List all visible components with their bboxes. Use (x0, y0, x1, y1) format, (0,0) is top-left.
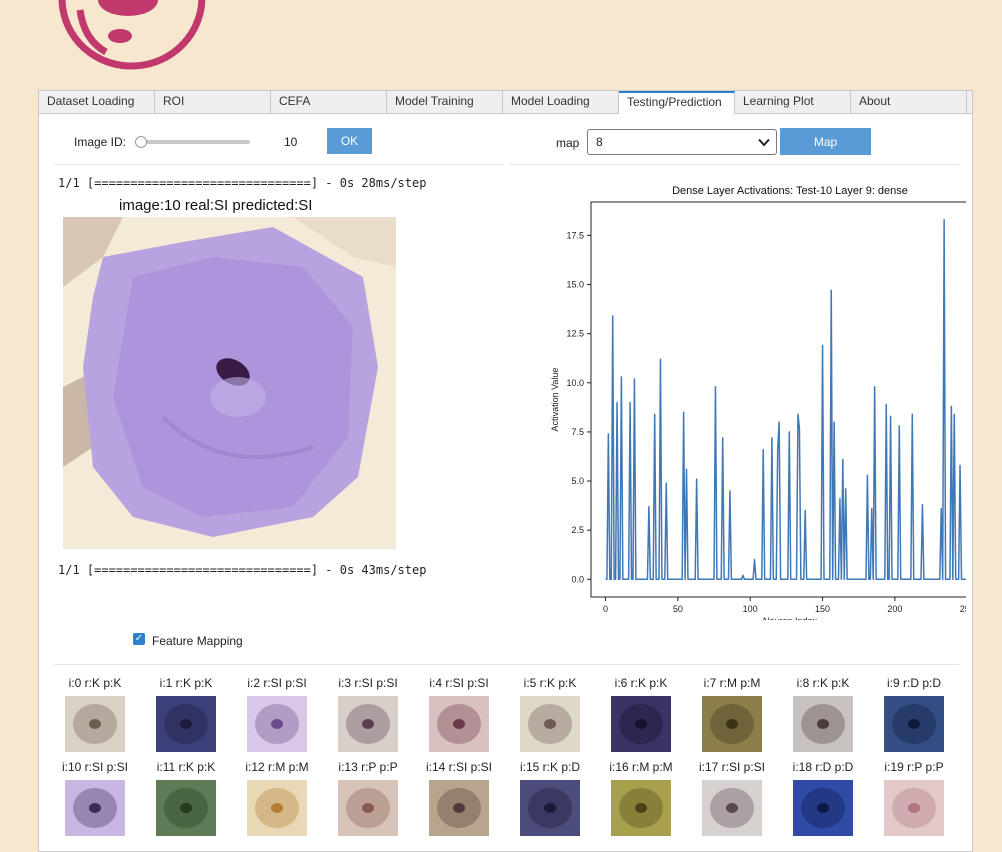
thumbnail-label: i:5 r:K p:K (505, 676, 595, 690)
tab-testing-prediction[interactable]: Testing/Prediction (619, 91, 735, 114)
thumbnail-label: i:4 r:SI p:SI (414, 676, 504, 690)
thumbnail-image[interactable] (793, 696, 853, 752)
chart-title: Dense Layer Activations: Test-10 Layer 9… (672, 185, 908, 197)
tab-bar: Dataset LoadingROICEFAModel TrainingMode… (39, 91, 972, 114)
thumbnail-label: i:3 r:SI p:SI (323, 676, 413, 690)
x-tick-label: 0 (603, 604, 608, 614)
thumbnail-image[interactable] (702, 696, 762, 752)
thumbnail-image[interactable] (247, 696, 307, 752)
thumbnail-label: i:9 r:D p:D (869, 676, 959, 690)
y-tick-label: 2.5 (571, 525, 584, 535)
image-id-slider[interactable] (135, 135, 250, 149)
thumbnail-label: i:6 r:K p:K (596, 676, 686, 690)
thumbnail-label: i:19 r:P p:P (869, 760, 959, 774)
thumbnail-image[interactable] (884, 696, 944, 752)
thumbnail-label: i:17 r:SI p:SI (687, 760, 777, 774)
divider-bottom (54, 664, 959, 665)
thumbnail-image[interactable] (793, 780, 853, 836)
y-tick-label: 10.0 (566, 378, 584, 388)
thumbnail-image[interactable] (702, 780, 762, 836)
y-axis-label: Activation Value (550, 368, 560, 432)
thumbnail-image[interactable] (338, 696, 398, 752)
thumbnail-label: i:16 r:M p:M (596, 760, 686, 774)
y-tick-label: 17.5 (566, 230, 584, 240)
thumbnail-image[interactable] (520, 696, 580, 752)
image-id-value: 10 (284, 135, 297, 149)
tab-model-training[interactable]: Model Training (387, 91, 503, 113)
map-label: map (556, 136, 579, 150)
slider-thumb[interactable] (135, 136, 147, 148)
chevron-down-icon (758, 138, 770, 147)
y-tick-label: 5.0 (571, 476, 584, 486)
thumbnail-image[interactable] (247, 780, 307, 836)
thumbnail-label: i:10 r:SI p:SI (50, 760, 140, 774)
thumbnail-label: i:15 r:K p:D (505, 760, 595, 774)
x-tick-label: 100 (743, 604, 758, 614)
divider-left (54, 164, 504, 165)
y-tick-label: 15.0 (566, 280, 584, 290)
activation-series-line (605, 220, 966, 580)
y-tick-label: 7.5 (571, 427, 584, 437)
thumbnail-image[interactable] (611, 780, 671, 836)
x-tick-label: 200 (887, 604, 902, 614)
thumbnail-image[interactable] (156, 696, 216, 752)
app-logo (58, 0, 206, 76)
tab-learning-plot[interactable]: Learning Plot (735, 91, 851, 113)
log-output-top: 1/1 [==============================] - 0… (58, 176, 426, 190)
thumbnail-grid: i:0 r:K p:Ki:1 r:K p:Ki:2 r:SI p:SIi:3 r… (51, 676, 961, 851)
x-tick-label: 50 (673, 604, 683, 614)
thumbnail-label: i:13 r:P p:P (323, 760, 413, 774)
feature-mapping-checkbox[interactable]: ✓ (133, 633, 145, 645)
thumbnail-label: i:8 r:K p:K (778, 676, 868, 690)
thumbnail-image[interactable] (65, 780, 125, 836)
tab-roi[interactable]: ROI (155, 91, 271, 113)
tab-about[interactable]: About (851, 91, 967, 113)
plot-frame (591, 202, 966, 597)
thumbnail-image[interactable] (611, 696, 671, 752)
thumbnail-image[interactable] (429, 780, 489, 836)
log-output-bottom: 1/1 [==============================] - 0… (58, 563, 426, 577)
slider-track (135, 140, 250, 144)
thumbnail-label: i:18 r:D p:D (778, 760, 868, 774)
tab-cefa[interactable]: CEFA (271, 91, 387, 113)
activation-chart: Dense Layer Activations: Test-10 Layer 9… (501, 175, 966, 620)
thumbnail-label: i:1 r:K p:K (141, 676, 231, 690)
image-title: image:10 real:SI predicted:SI (119, 197, 312, 214)
thumbnail-label: i:12 r:M p:M (232, 760, 322, 774)
map-button[interactable]: Map (780, 128, 871, 155)
thumbnail-image[interactable] (65, 696, 125, 752)
x-tick-label: 150 (815, 604, 830, 614)
thumbnail-image[interactable] (884, 780, 944, 836)
thumbnail-label: i:0 r:K p:K (50, 676, 140, 690)
x-tick-label: 250 (960, 604, 966, 614)
map-select-value: 8 (596, 135, 603, 149)
divider-right (509, 164, 959, 165)
y-tick-label: 12.5 (566, 329, 584, 339)
thumbnail-label: i:11 r:K p:K (141, 760, 231, 774)
x-axis-label: Neuron Index (763, 616, 818, 620)
y-tick-label: 0.0 (571, 574, 584, 584)
map-select[interactable]: 8 (587, 129, 777, 155)
tab-model-loading[interactable]: Model Loading (503, 91, 619, 113)
tab-dataset-loading[interactable]: Dataset Loading (39, 91, 155, 113)
thumbnail-image[interactable] (429, 696, 489, 752)
thumbnail-label: i:14 r:SI p:SI (414, 760, 504, 774)
check-icon: ✓ (135, 633, 143, 644)
thumbnail-image[interactable] (156, 780, 216, 836)
thumbnail-image[interactable] (520, 780, 580, 836)
thumbnail-label: i:2 r:SI p:SI (232, 676, 322, 690)
cell-image (63, 217, 396, 549)
ok-button[interactable]: OK (327, 128, 372, 154)
thumbnail-label: i:7 r:M p:M (687, 676, 777, 690)
main-panel: Dataset LoadingROICEFAModel TrainingMode… (38, 90, 973, 852)
image-id-label: Image ID: (74, 135, 126, 149)
thumbnail-image[interactable] (338, 780, 398, 836)
feature-mapping-label: Feature Mapping (152, 634, 243, 648)
